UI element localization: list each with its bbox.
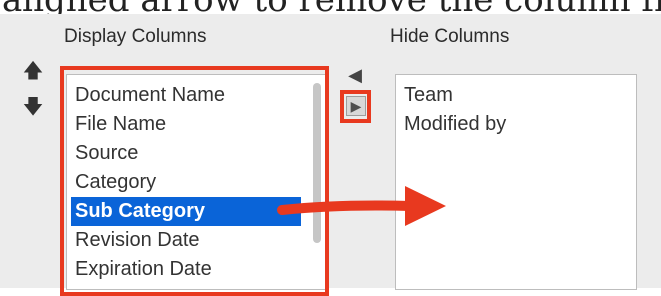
column-chooser-panel: Display Columns Hide Columns 🡅 🡇 Documen…	[0, 14, 661, 296]
annotation-arrow	[277, 186, 446, 226]
